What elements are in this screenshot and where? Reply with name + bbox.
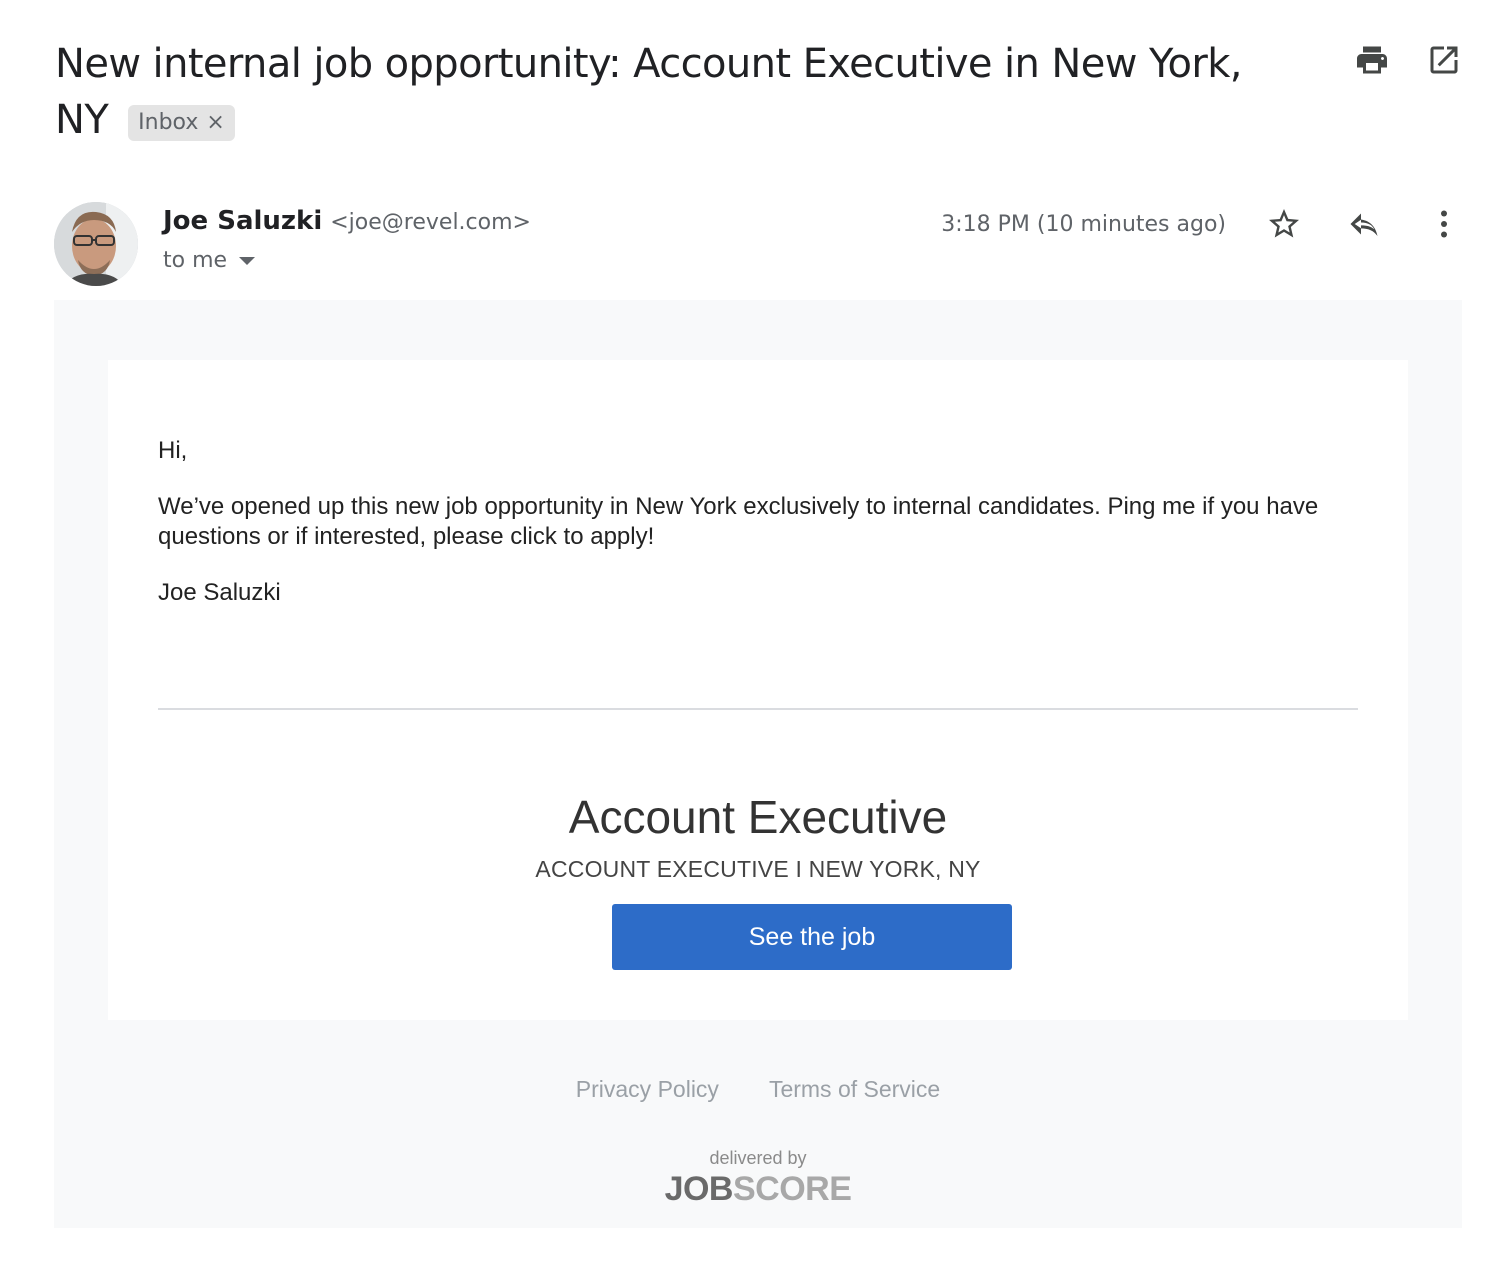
greeting: Hi, [158,437,188,464]
logo-part-job: JOB [664,1170,734,1208]
more-vert-icon[interactable] [1426,206,1462,242]
chevron-down-icon[interactable] [239,256,256,265]
label-chip-text: Inbox [138,110,199,136]
thread-toolbar [1354,42,1462,78]
sender-info: Joe Saluzki <joe@revel.com> to me [163,206,531,273]
message-text: Hi, We’ve opened up this new job opportu… [158,436,1368,634]
divider [158,708,1358,710]
see-the-job-button[interactable]: See the job [612,904,1012,970]
sender-name[interactable]: Joe Saluzki [163,206,322,236]
job-title: Account Executive [568,791,948,843]
message-timestamp: 3:18 PM (10 minutes ago) [941,211,1226,237]
logo-part-score: SCORE [733,1170,852,1208]
sender-row: Joe Saluzki <joe@revel.com> to me 3:18 P… [54,200,1462,290]
terms-of-service-link[interactable]: Terms of Service [769,1076,940,1103]
sender-avatar[interactable] [54,202,138,286]
message-actions: 3:18 PM (10 minutes ago) [941,206,1462,242]
job-subtitle: ACCOUNT EXECUTIVE I NEW YORK, NY [535,856,981,882]
reply-icon[interactable] [1346,206,1382,242]
body-paragraph: We’ve opened up this new job opportunity… [158,493,1319,550]
subject-header: New internal job opportunity: Account Ex… [55,36,1295,148]
privacy-policy-link[interactable]: Privacy Policy [576,1076,719,1103]
footer-links: Privacy Policy Terms of Service [54,1076,1462,1103]
sender-line: Joe Saluzki <joe@revel.com> [163,206,531,236]
star-icon[interactable] [1266,206,1302,242]
email-view: New internal job opportunity: Account Ex… [0,0,1512,1274]
signature: Joe Saluzki [158,579,281,606]
open-in-new-window-icon[interactable] [1426,42,1462,78]
email-card: Hi, We’ve opened up this new job opportu… [108,360,1408,1020]
jobscore-logo[interactable]: JOBSCORE [54,1170,1462,1209]
recipients-label: to me [163,248,228,273]
delivered-by-label: delivered by [709,1148,807,1168]
print-icon[interactable] [1354,42,1390,78]
inbox-label-chip[interactable]: Inbox × [128,104,235,141]
message-body: Hi, We’ve opened up this new job opportu… [54,300,1462,1228]
remove-label-icon[interactable]: × [206,110,224,135]
recipients-toggle[interactable]: to me [163,248,531,273]
sender-email: <joe@revel.com> [330,210,531,235]
